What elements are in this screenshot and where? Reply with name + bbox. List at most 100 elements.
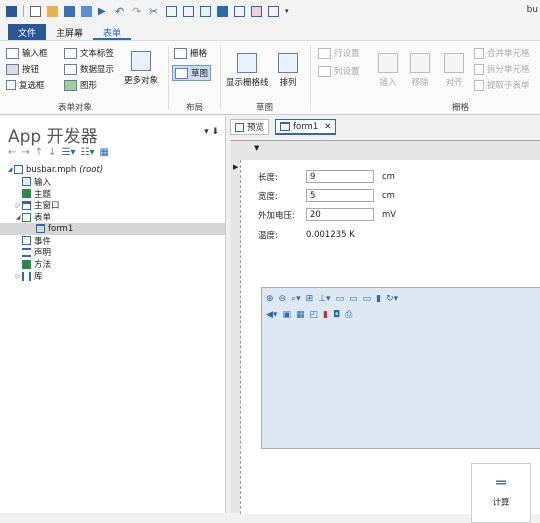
- view-yz-icon[interactable]: ▭: [349, 294, 358, 304]
- zoom-box-icon[interactable]: ⌕▾: [291, 294, 301, 304]
- sketch-layout-button[interactable]: 草图: [172, 65, 212, 81]
- more-objects-button[interactable]: 更多对象: [124, 51, 158, 86]
- graphic-icon[interactable]: [251, 5, 262, 17]
- calculate-label: 计算: [492, 498, 510, 508]
- tree-label-libraries: 库: [34, 272, 43, 283]
- expand-icon[interactable]: ▦: [100, 147, 109, 158]
- reset-view-icon[interactable]: ↻▾: [386, 294, 398, 304]
- dropdown-icon[interactable]: ▾: [285, 6, 296, 17]
- view-xz-icon[interactable]: ▭: [363, 294, 372, 304]
- length-label: 长度:: [258, 172, 278, 183]
- voltage-input[interactable]: 20: [306, 208, 374, 221]
- panel-pin-icon[interactable]: ▾ ⬇: [204, 127, 219, 137]
- tab-file[interactable]: 文件: [8, 24, 47, 40]
- graph-button[interactable]: 图形: [64, 79, 97, 91]
- forward-icon[interactable]: →: [21, 147, 29, 158]
- transparency-icon[interactable]: ▮: [323, 310, 328, 320]
- expanded-arrow-icon[interactable]: ◢: [14, 214, 22, 221]
- undo-icon[interactable]: ↶: [115, 6, 126, 17]
- split-cells-button[interactable]: 拆分单元格: [474, 63, 530, 75]
- new-file-icon[interactable]: [30, 5, 41, 17]
- sketch-icon: [175, 67, 188, 79]
- move-up-icon[interactable]: ↑: [35, 147, 43, 158]
- back-icon[interactable]: ←: [8, 147, 16, 158]
- tree-node-forms[interactable]: ◢ 表单: [0, 211, 225, 223]
- form-editor: 预览 form1 ✕ ▼ ▶ 长度: 9 cm 宽度: 5 cm 外加电压: 2…: [227, 116, 540, 523]
- print-icon[interactable]: ⎙: [345, 310, 352, 320]
- calculate-button[interactable]: ═ 计算: [471, 463, 531, 523]
- show-icon[interactable]: ☰▾: [62, 147, 76, 158]
- axis-orientation-icon[interactable]: ⊥▾: [318, 294, 330, 304]
- tree-node-events[interactable]: 事件: [0, 235, 225, 247]
- tree-node-main-window[interactable]: ▷ 主窗口: [0, 199, 225, 211]
- delete-icon[interactable]: [217, 5, 228, 17]
- form-icon[interactable]: [234, 5, 245, 17]
- collapsed-arrow-icon[interactable]: ▷: [14, 273, 22, 280]
- row-settings-button[interactable]: 行设置: [318, 47, 360, 59]
- insert-button[interactable]: 插入: [378, 53, 398, 88]
- tab-preview[interactable]: 预览: [230, 119, 270, 135]
- show-grid-lines-button[interactable]: 显示栅格线: [226, 53, 269, 88]
- tree-node-declarations[interactable]: 声明: [0, 247, 225, 258]
- input-field-button[interactable]: 输入框: [6, 47, 48, 59]
- length-input[interactable]: 9: [306, 170, 374, 183]
- close-icon[interactable]: ✕: [324, 122, 331, 132]
- extract-subform-label: 提取子表单: [487, 81, 530, 91]
- zoom-in-icon[interactable]: ⊕: [266, 294, 274, 304]
- wireframe-icon[interactable]: ◰: [309, 310, 318, 320]
- collapsed-arrow-icon[interactable]: ▷: [14, 202, 22, 209]
- window-icon[interactable]: [268, 5, 279, 17]
- tab-home[interactable]: 主屏幕: [46, 24, 93, 40]
- length-unit: cm: [382, 171, 395, 182]
- save-icon[interactable]: [64, 5, 75, 17]
- data-display-button[interactable]: 数据显示: [64, 63, 114, 75]
- arrange-button[interactable]: 排列: [278, 53, 298, 88]
- merge-cells-button[interactable]: 合并单元格: [474, 47, 530, 59]
- grid-view-icon[interactable]: ▦: [296, 310, 305, 320]
- zoom-extents-icon[interactable]: ⊞: [306, 294, 314, 304]
- save-as-icon[interactable]: [81, 5, 92, 17]
- tree-node-methods[interactable]: 方法: [0, 258, 225, 270]
- tree-node-root[interactable]: ◢ busbar.mph (root): [0, 164, 225, 176]
- tree-node-theme[interactable]: 主题: [0, 188, 225, 200]
- arrange-label: 排列: [279, 78, 297, 88]
- form-canvas[interactable]: 长度: 9 cm 宽度: 5 cm 外加电压: 20 mV 温度: 0.0012…: [240, 160, 540, 523]
- zoom-out-icon[interactable]: ⊖: [279, 294, 287, 304]
- move-down-icon[interactable]: ↓: [48, 147, 56, 158]
- scene-light-icon[interactable]: ▣: [282, 310, 291, 320]
- view-xy-icon[interactable]: ▭: [336, 294, 345, 304]
- camera-icon[interactable]: ◘: [333, 310, 340, 320]
- checkbox-label: 复选框: [19, 81, 45, 91]
- graphics-window[interactable]: ⊕ ⊖ ⌕▾ ⊞ ⊥▾ ▭ ▭ ▭ ▮ ↻▾ ◀▾ ▣ ▦ ◰ ▮ ◘ ⎙: [261, 287, 540, 449]
- run-icon[interactable]: ▶: [98, 6, 109, 17]
- button-button[interactable]: 按钮: [6, 63, 39, 75]
- copy-icon[interactable]: [166, 5, 177, 17]
- forms-icon: [22, 212, 31, 222]
- remove-button[interactable]: 移除: [410, 53, 430, 88]
- paste-icon[interactable]: [183, 5, 194, 17]
- column-settings-button[interactable]: 列设置: [318, 65, 360, 77]
- extract-subform-button[interactable]: 提取子表单: [474, 79, 530, 91]
- builder-tree: ◢ busbar.mph (root) 输入 主题 ▷ 主窗口 ◢ 表单 for…: [0, 164, 225, 282]
- tree-node-form1[interactable]: form1: [0, 222, 225, 235]
- sketch-canvas[interactable]: ▼ ▶ 长度: 9 cm 宽度: 5 cm 外加电压: 20 mV 温度: 0.…: [230, 140, 540, 523]
- grid-layout-button[interactable]: 栅格: [174, 47, 207, 59]
- tree-node-libraries[interactable]: ▷ 库: [0, 270, 225, 282]
- checkbox-button[interactable]: 复选框: [6, 79, 45, 91]
- align-button[interactable]: 对齐: [444, 53, 464, 88]
- tab-form[interactable]: 表单: [93, 24, 132, 40]
- input-field-label: 输入框: [22, 49, 48, 59]
- collapse-icon[interactable]: ☷▾: [81, 147, 95, 158]
- pointer-marker-icon: ▶: [233, 163, 239, 171]
- go-to-view-icon[interactable]: ▮: [376, 294, 381, 304]
- tree-node-inputs[interactable]: 输入: [0, 176, 225, 188]
- redo-icon[interactable]: ↷: [132, 6, 143, 17]
- duplicate-icon[interactable]: [200, 5, 211, 17]
- width-input[interactable]: 5: [306, 189, 374, 202]
- text-label-button[interactable]: 文本标签: [64, 47, 114, 59]
- light-icon[interactable]: ◀▾: [266, 310, 277, 320]
- cut-icon[interactable]: ✂: [149, 6, 160, 17]
- expanded-arrow-icon[interactable]: ◢: [6, 166, 14, 173]
- tab-form1[interactable]: form1 ✕: [275, 119, 337, 135]
- open-folder-icon[interactable]: [47, 5, 58, 17]
